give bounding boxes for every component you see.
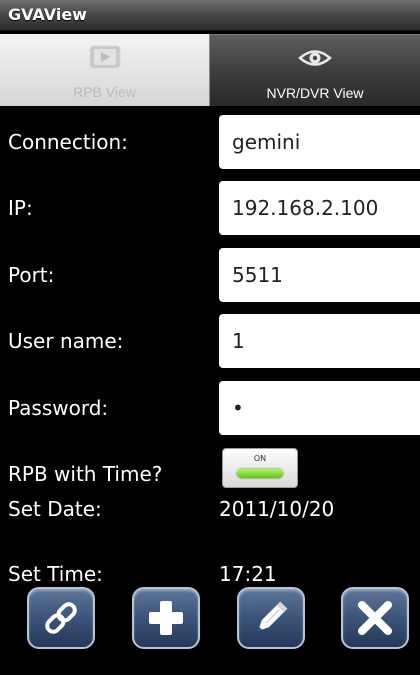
view-tabs: RPB View NVR/DVR View <box>0 34 420 106</box>
ip-row: IP: <box>0 181 420 235</box>
connection-row: Connection: <box>0 115 420 169</box>
port-row: Port: <box>0 248 420 302</box>
tab-rpb-view[interactable]: RPB View <box>0 34 210 106</box>
port-label: Port: <box>8 263 55 287</box>
ip-label: IP: <box>8 196 33 220</box>
app-title: GVAView <box>8 5 87 24</box>
username-row: User name: <box>0 314 420 368</box>
connect-button[interactable] <box>27 587 95 649</box>
set-date-label: Set Date: <box>8 497 102 521</box>
play-icon <box>89 45 120 69</box>
ip-input[interactable] <box>219 181 420 235</box>
tab-nvr-dvr-view-label: NVR/DVR View <box>266 85 364 101</box>
pencil-icon <box>258 601 288 631</box>
password-input[interactable] <box>219 381 420 435</box>
connection-input[interactable] <box>219 115 420 169</box>
password-label: Password: <box>8 396 109 420</box>
toggle-on-indicator <box>237 469 283 478</box>
toggle-state-text: ON <box>253 454 267 463</box>
port-input[interactable] <box>219 248 420 302</box>
password-row: Password: <box>0 381 420 435</box>
delete-button[interactable] <box>341 587 409 649</box>
link-icon <box>45 602 77 634</box>
close-icon <box>358 601 392 635</box>
edit-button[interactable] <box>237 587 305 649</box>
username-label: User name: <box>8 329 124 353</box>
rpb-with-time-label: RPB with Time? <box>8 462 163 486</box>
connection-label: Connection: <box>8 130 128 154</box>
set-time-label: Set Time: <box>8 562 103 586</box>
title-bar: GVAView <box>0 0 420 31</box>
add-button[interactable] <box>132 587 200 649</box>
eye-icon <box>298 50 332 66</box>
rpb-with-time-toggle[interactable]: ON <box>222 448 298 488</box>
username-input[interactable] <box>219 314 420 368</box>
tab-rpb-view-label: RPB View <box>73 84 136 100</box>
app-screen: GVAView RPB View NVR/DVR View Connection… <box>0 0 420 675</box>
set-date-value[interactable]: 2011/10/20 <box>219 497 334 521</box>
plus-icon <box>149 601 183 635</box>
set-time-value[interactable]: 17:21 <box>219 562 277 586</box>
tab-nvr-dvr-view[interactable]: NVR/DVR View <box>210 34 420 106</box>
